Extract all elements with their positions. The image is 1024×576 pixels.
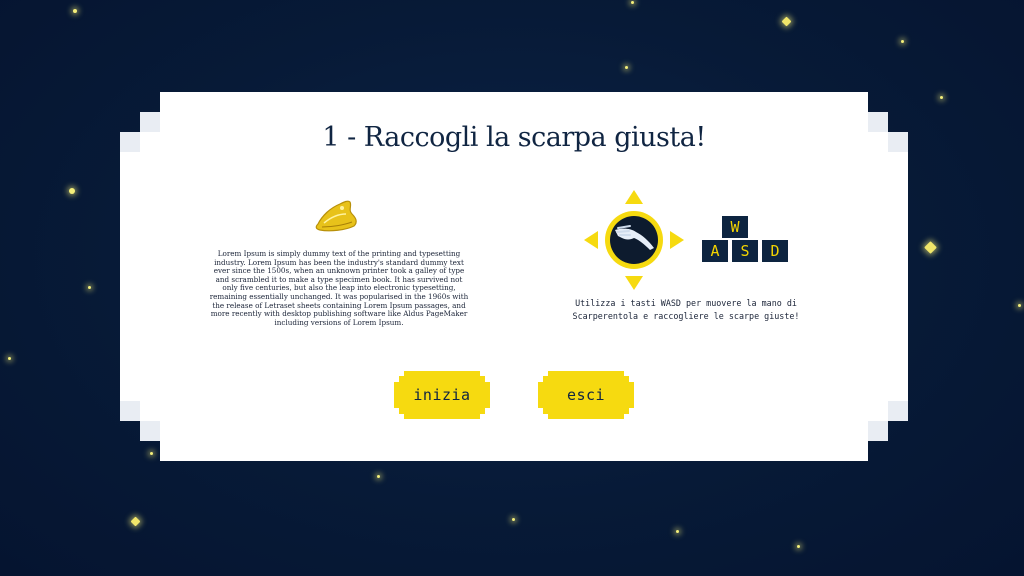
modal-edge-shade (120, 132, 140, 152)
modal-edge-right (888, 132, 908, 421)
star (797, 545, 800, 548)
game-screen: { "modal": { "title": "1 - Raccogli la s… (0, 0, 1024, 576)
star (1018, 304, 1021, 307)
star (512, 518, 515, 521)
modal-title: 1 - Raccogli la scarpa giusta! (322, 122, 706, 153)
modal-edge-right (868, 112, 888, 441)
star (377, 475, 380, 478)
star (781, 16, 792, 27)
hand-joystick-icon (584, 190, 684, 290)
controls-instructions: Utilizza i tasti WASD per muovere la man… (560, 297, 812, 323)
star (940, 96, 943, 99)
star (73, 9, 77, 13)
modal-edge-shade (140, 112, 160, 132)
star (924, 241, 937, 254)
star (8, 357, 11, 360)
golden-shoe-icon (315, 200, 357, 232)
wasd-keys: W A S D (702, 216, 794, 266)
modal-edge-shade (888, 132, 908, 152)
star (625, 66, 628, 69)
star (676, 530, 679, 533)
modal-edge-shade (888, 401, 908, 421)
start-button[interactable]: inizia (394, 371, 490, 419)
key-a: A (702, 240, 728, 262)
modal-edge-left (140, 112, 160, 441)
modal-edge-shade (120, 401, 140, 421)
star (901, 40, 904, 43)
game-description: Lorem Ipsum is simply dummy text of the … (209, 249, 469, 327)
star (631, 1, 634, 4)
key-w: W (722, 216, 748, 238)
exit-button-label: esci (566, 386, 606, 404)
star (69, 188, 75, 194)
instructions-line: Utilizza i tasti WASD per muovere la man… (575, 298, 797, 308)
modal-edge-left (120, 132, 140, 421)
key-s: S (732, 240, 758, 262)
modal-edge-shade (868, 421, 888, 441)
star (130, 516, 141, 527)
key-d: D (762, 240, 788, 262)
start-button-label: inizia (413, 386, 471, 404)
exit-button[interactable]: esci (538, 371, 634, 419)
star (150, 452, 153, 455)
modal-edge-shade (140, 421, 160, 441)
modal-edge-shade (868, 112, 888, 132)
instructions-line: Scarperentola e raccogliere le scarpe gi… (572, 311, 800, 321)
star (88, 286, 91, 289)
